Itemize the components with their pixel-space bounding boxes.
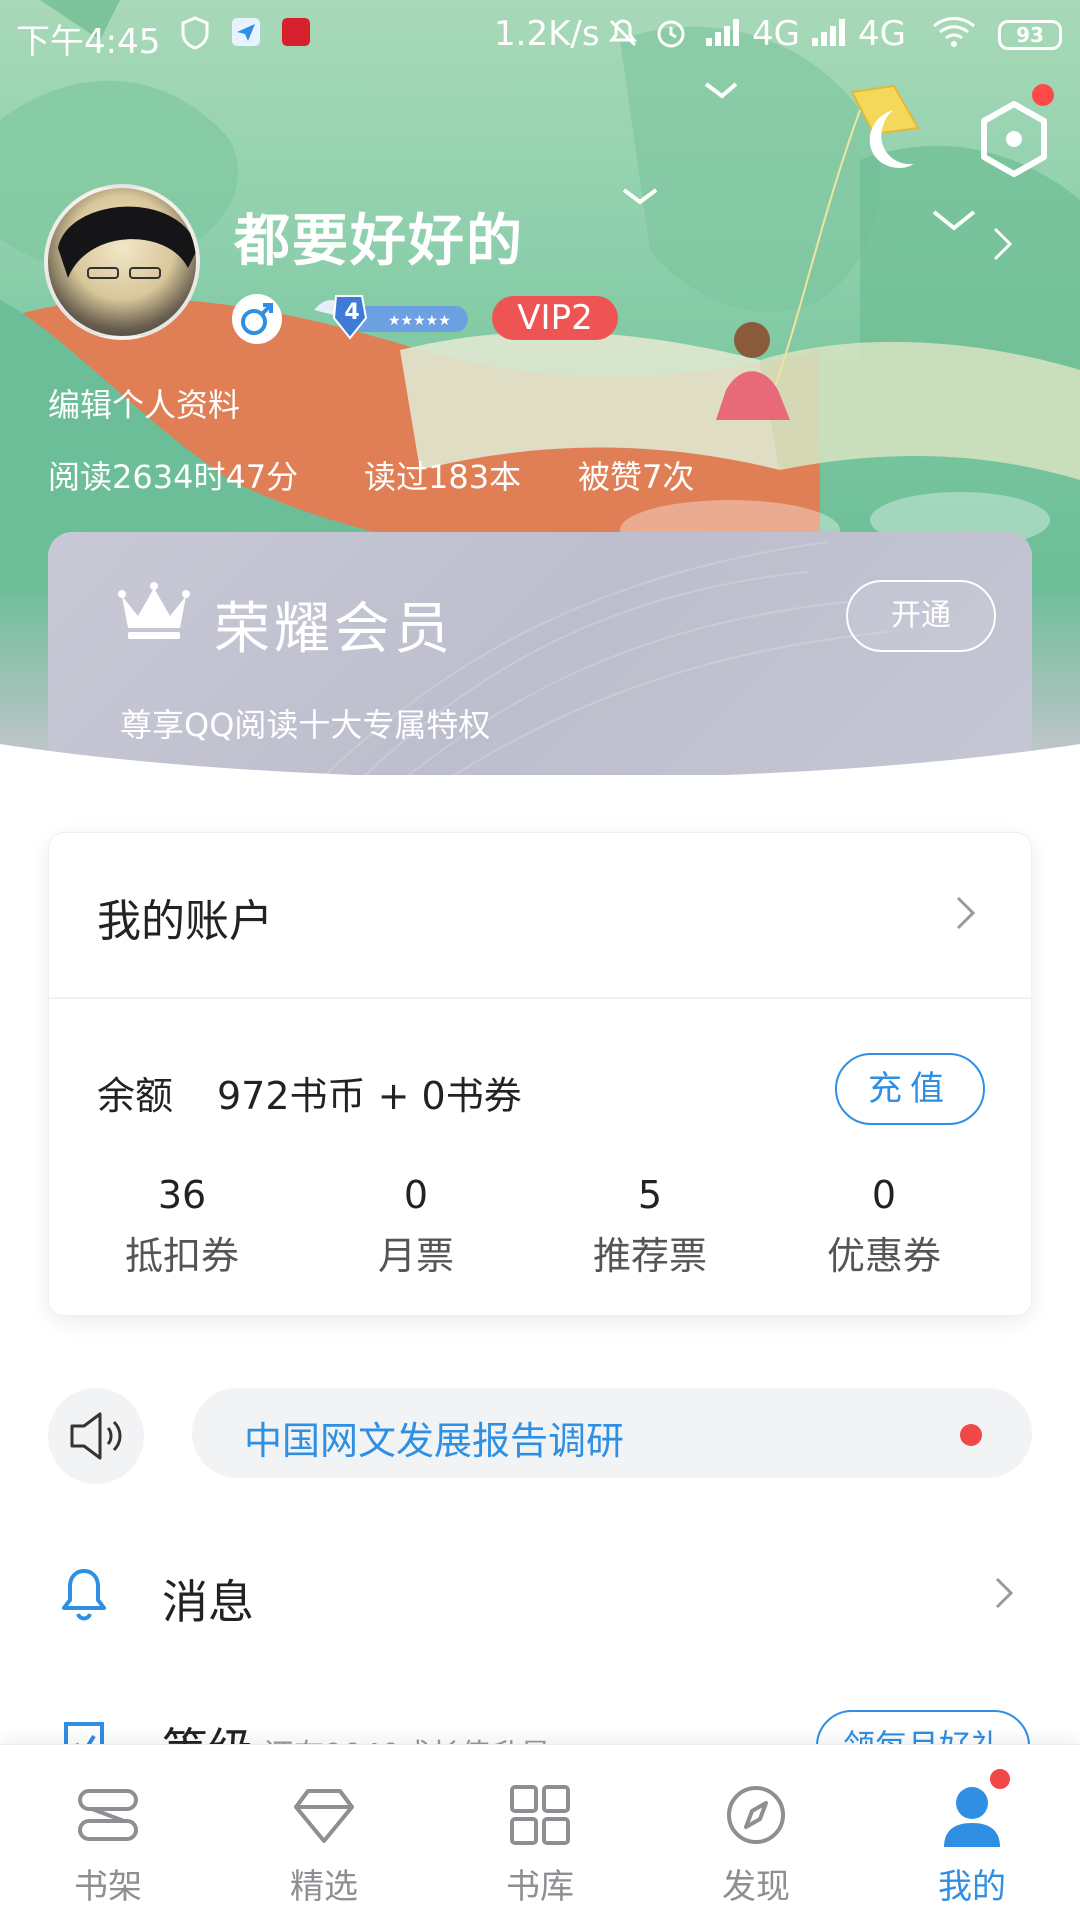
open-vip-button[interactable]: 开通 [846, 580, 996, 652]
stat-recommend-tickets[interactable]: 5 推荐票 [533, 1173, 767, 1280]
account-stats: 36 抵扣券 0 月票 5 推荐票 0 优惠券 [49, 1173, 1033, 1293]
balance-label: 余额 [97, 1074, 174, 1118]
bookshelf-icon [72, 1779, 144, 1851]
balance-value: 972书币 + 0书券 [217, 1074, 522, 1118]
account-card: 我的账户 余额 972书币 + 0书券 充值 36 抵扣券 0 月票 5 推荐票… [48, 832, 1033, 1316]
reading-time: 阅读2634时47分 [48, 458, 299, 496]
avatar[interactable] [44, 184, 200, 340]
stat-deduction-coupons[interactable]: 36 抵扣券 [65, 1173, 299, 1280]
signal-icon-2 [810, 16, 852, 57]
stat-label: 推荐票 [592, 1234, 707, 1278]
vip-card-title: 荣耀会员 [214, 597, 454, 662]
recharge-button[interactable]: 充值 [835, 1053, 985, 1125]
stat-value: 0 [403, 1173, 429, 1217]
network-type-1: 4G [752, 14, 800, 54]
chevron-right-icon[interactable] [955, 895, 977, 931]
bell-icon [54, 1562, 114, 1626]
likes-count: 被赞7次 [578, 458, 695, 496]
speaker-icon [70, 1412, 122, 1460]
books-read: 读过183本 [364, 458, 522, 496]
nav-label: 书架 [74, 1867, 142, 1907]
status-time: 下午4:45 [16, 22, 161, 62]
edit-profile-link[interactable]: 编辑个人资料 [48, 380, 240, 426]
announcement-text: 中国网文发展报告调研 [244, 1419, 625, 1463]
account-divider [49, 997, 1033, 999]
level-badge: ★★★★★ 4 [310, 290, 472, 346]
nav-item-featured[interactable]: 精选 [216, 1745, 432, 1920]
vip-badge[interactable]: VIP2 [492, 296, 618, 340]
status-bar: 下午4:45 1.2K/s 4G 4G 93 [0, 0, 1080, 70]
battery-indicator: 93 [998, 20, 1062, 50]
compass-icon [720, 1779, 792, 1851]
nav-notification-dot [988, 1767, 1012, 1791]
menu-item-messages[interactable]: 消息 [0, 1534, 1080, 1654]
profile-header: 下午4:45 1.2K/s 4G 4G 93 都要好好的 ★★★★★ 4 VIP… [0, 0, 1080, 775]
stat-value: 0 [871, 1173, 897, 1217]
crown-icon [118, 582, 190, 642]
send-icon [230, 16, 262, 57]
nav-label: 发现 [722, 1867, 790, 1907]
shield-icon [180, 16, 210, 59]
nav-label: 书库 [506, 1867, 574, 1907]
username[interactable]: 都要好好的 [234, 196, 524, 277]
stat-value: 36 [157, 1173, 207, 1217]
stat-value: 5 [637, 1173, 663, 1217]
male-gender-icon [232, 294, 282, 344]
settings-icon[interactable] [978, 100, 1050, 178]
level-number: 4 [344, 300, 360, 325]
night-mode-icon[interactable] [848, 102, 920, 174]
nav-item-bookshelf[interactable]: 书架 [0, 1745, 216, 1920]
nav-item-discover[interactable]: 发现 [648, 1745, 864, 1920]
announcement-banner[interactable]: 中国网文发展报告调研 [192, 1388, 1032, 1478]
diamond-icon [288, 1779, 360, 1851]
network-type-2: 4G [858, 14, 906, 54]
announcement-speaker[interactable] [48, 1388, 144, 1484]
mute-icon [606, 16, 640, 59]
stat-label: 抵扣券 [124, 1234, 239, 1278]
bottom-navigation: 书架 精选 书库 发现 我的 [0, 1744, 1080, 1920]
stat-discount-coupons[interactable]: 0 优惠券 [767, 1173, 1001, 1280]
network-speed: 1.2K/s [494, 14, 600, 54]
chevron-right-icon [994, 1576, 1014, 1610]
nav-item-me[interactable]: 我的 [864, 1745, 1080, 1920]
grid-icon [504, 1779, 576, 1851]
signal-icon [704, 16, 746, 57]
nav-item-library[interactable]: 书库 [432, 1745, 648, 1920]
header-curve [0, 744, 1080, 775]
chevron-right-icon[interactable] [992, 226, 1014, 262]
nav-label: 精选 [290, 1867, 358, 1907]
stat-label: 月票 [377, 1234, 454, 1278]
stat-monthly-tickets[interactable]: 0 月票 [299, 1173, 533, 1280]
stat-label: 优惠券 [826, 1234, 941, 1278]
app-icon [280, 16, 312, 57]
alarm-icon [654, 16, 688, 59]
announcement-unread-dot [960, 1424, 982, 1446]
svg-text:★★★★★: ★★★★★ [388, 313, 451, 329]
menu-item-label: 消息 [162, 1575, 254, 1629]
nav-label: 我的 [938, 1867, 1006, 1907]
account-title[interactable]: 我的账户 [97, 885, 273, 949]
settings-notification-dot [1032, 84, 1054, 106]
wifi-icon [932, 16, 976, 57]
